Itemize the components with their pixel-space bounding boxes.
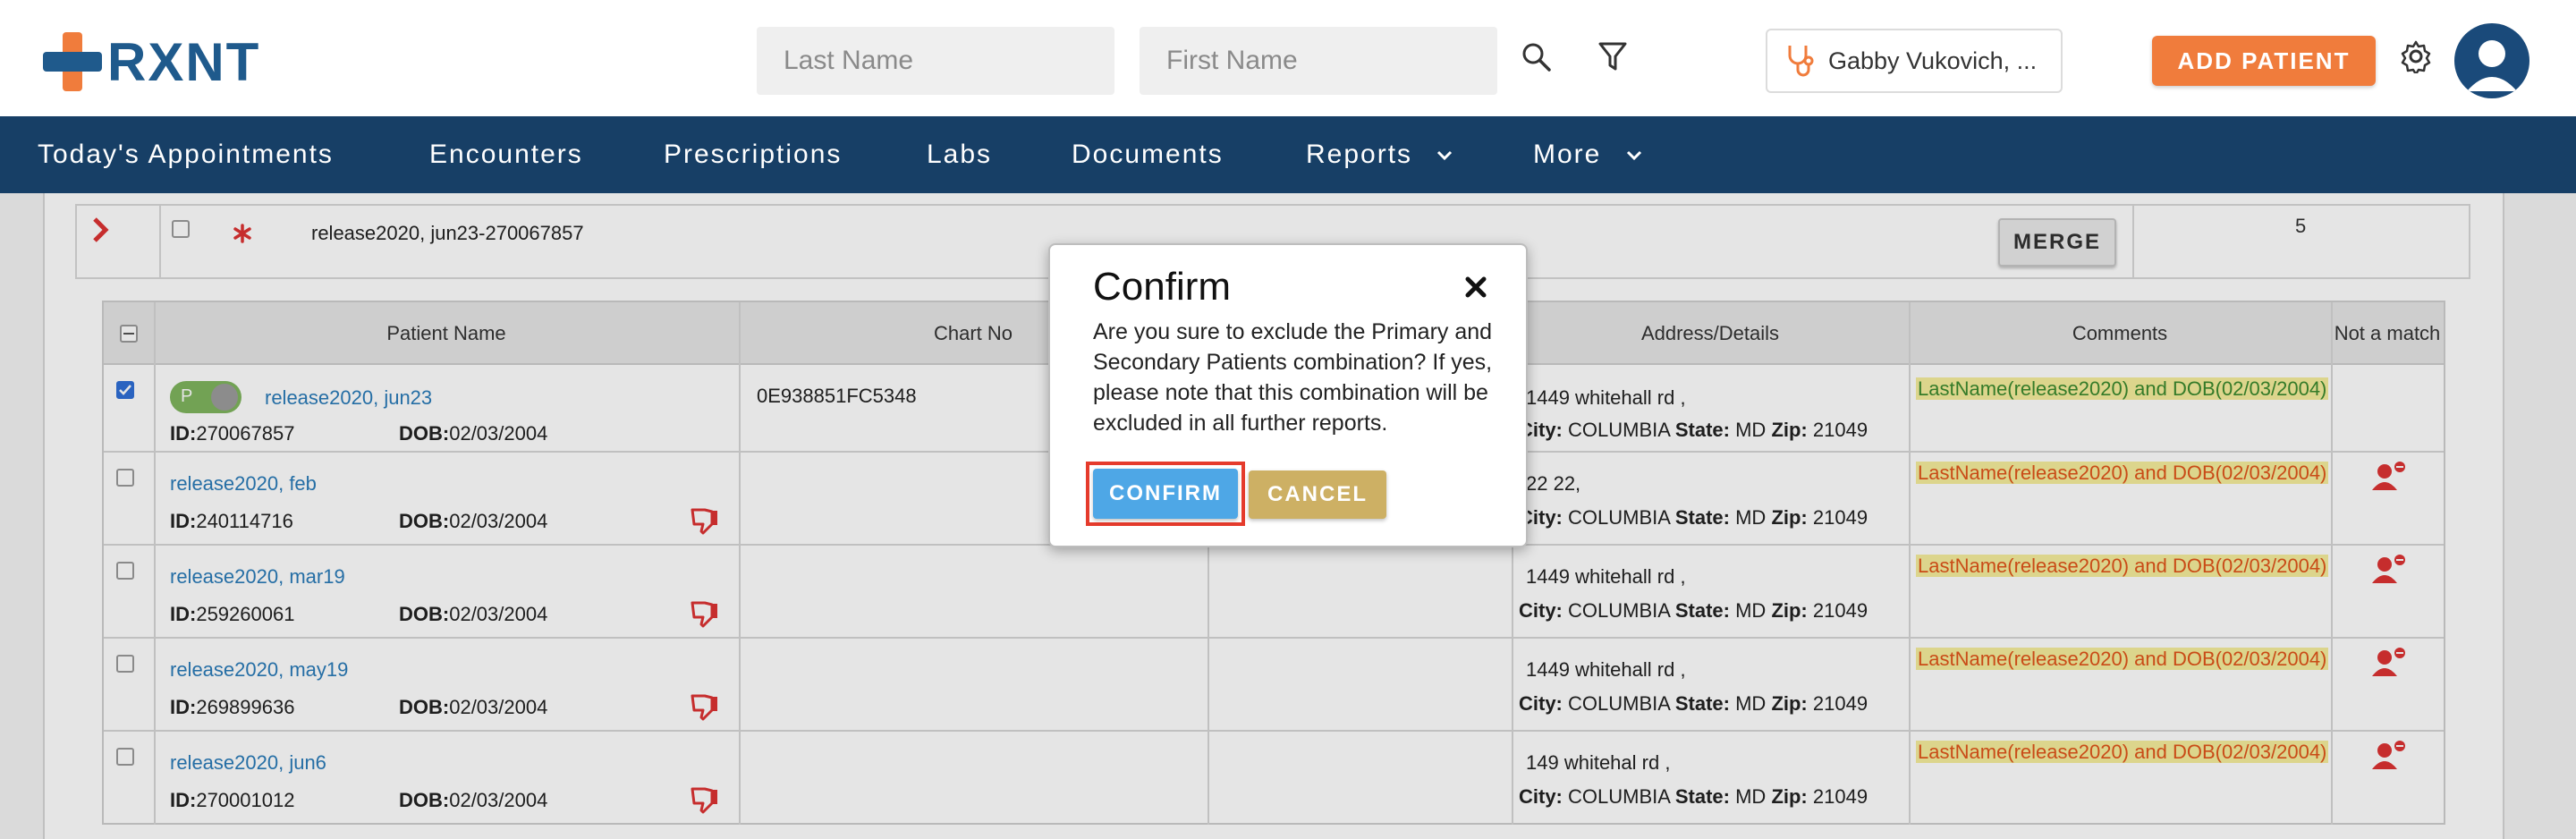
add-patient-button[interactable]: ADD PATIENT: [2152, 36, 2376, 86]
provider-selector[interactable]: Gabby Vukovich, ...: [1766, 29, 2063, 93]
nav-label: Prescriptions: [664, 140, 843, 169]
stethoscope-icon: [1788, 46, 1814, 77]
provider-name: Gabby Vukovich, ...: [1828, 47, 2038, 74]
logo-text: RXNT: [107, 31, 261, 92]
app-header: RXNT Gabby Vukovich, ... ADD PATIENT: [0, 0, 2576, 116]
rxnt-logo[interactable]: RXNT: [41, 30, 260, 93]
gear-icon[interactable]: [2399, 39, 2433, 73]
first-name-input[interactable]: [1140, 27, 1497, 95]
search-icon[interactable]: [1521, 41, 1553, 73]
nav-prescriptions[interactable]: Prescriptions: [664, 116, 842, 193]
user-avatar-icon: [2467, 40, 2517, 91]
last-name-input[interactable]: [757, 27, 1114, 95]
nav-label: Labs: [927, 140, 993, 169]
chevron-down-icon: [1437, 151, 1453, 161]
nav-label: Reports: [1306, 140, 1413, 169]
filter-icon[interactable]: [1597, 41, 1628, 73]
nav-label: Encounters: [429, 140, 583, 169]
nav-encounters[interactable]: Encounters: [429, 116, 583, 193]
cancel-button[interactable]: CANCEL: [1249, 470, 1386, 519]
chevron-down-icon: [1626, 151, 1641, 161]
nav-label: More: [1533, 140, 1602, 169]
dialog-message: Are you sure to exclude the Primary and …: [1093, 319, 1493, 436]
nav-documents[interactable]: Documents: [1072, 116, 1224, 193]
close-icon: [1465, 276, 1487, 297]
rxnt-cross-logo: [43, 32, 102, 91]
nav-label: Today's Appointments: [38, 140, 334, 169]
confirm-button[interactable]: CONFIRM: [1093, 469, 1238, 519]
nav-reports[interactable]: Reports: [1306, 116, 1453, 193]
nav-label: Documents: [1072, 140, 1224, 169]
main-nav: Today's Appointments Encounters Prescrip…: [0, 116, 2576, 193]
nav-todays-appointments[interactable]: Today's Appointments: [38, 116, 334, 193]
dialog-title: Confirm: [1093, 265, 1232, 309]
close-button[interactable]: [1460, 272, 1492, 304]
nav-labs[interactable]: Labs: [927, 116, 992, 193]
nav-more[interactable]: More: [1533, 116, 1643, 193]
user-avatar[interactable]: [2454, 23, 2529, 98]
